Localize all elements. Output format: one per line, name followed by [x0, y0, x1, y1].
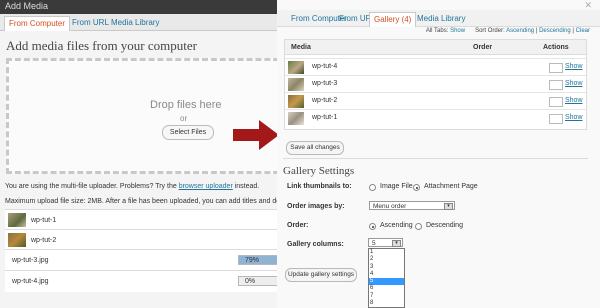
- radio-ascending-label: Ascending: [380, 222, 413, 229]
- list-item: wp-tut-1: [5, 209, 300, 230]
- progress-percent: 0%: [245, 278, 256, 285]
- tab-media-library[interactable]: Media Library: [413, 12, 469, 26]
- thumbnail-image: [8, 233, 26, 247]
- media-name: wp-tut-1: [312, 114, 338, 121]
- gallery-columns-value: 5: [372, 240, 376, 247]
- drop-zone[interactable]: [6, 58, 300, 174]
- gallery-columns-select[interactable]: 5 ▾: [368, 238, 403, 247]
- upload-filename: wp-tut-1: [31, 217, 57, 224]
- order-input[interactable]: [549, 80, 563, 90]
- arrow-right-icon: [233, 120, 279, 150]
- add-media-window: Add Media From Computer From URL Media L…: [0, 0, 300, 308]
- window-titlebar: Add Media: [0, 0, 300, 14]
- gallery-media-table: Media Order Actions wp-tut-4 Show wp-tut…: [284, 39, 587, 130]
- table-row: wp-tut-2 Show: [285, 92, 586, 110]
- list-item: wp-tut-4.jpg 0%: [5, 270, 300, 292]
- table-row: wp-tut-1 Show: [285, 109, 586, 127]
- list-item: wp-tut-2: [5, 229, 300, 250]
- gallery-columns-label: Gallery columns:: [287, 241, 344, 248]
- order-input[interactable]: [549, 97, 563, 107]
- drop-files-text: Drop files here: [150, 99, 222, 111]
- order-by-label: Order images by:: [287, 203, 345, 210]
- sort-descending-link[interactable]: Descending: [539, 28, 571, 34]
- thumbnail-image: [288, 95, 304, 108]
- radio-ascending[interactable]: [369, 223, 376, 230]
- dropdown-option[interactable]: 3: [369, 264, 404, 271]
- divider: [283, 158, 588, 159]
- upload-filename: wp-tut-2: [31, 237, 57, 244]
- table-row: wp-tut-3 Show: [285, 75, 586, 93]
- show-link[interactable]: Show: [565, 97, 583, 104]
- radio-descending-label: Descending: [426, 222, 463, 229]
- radio-image-file-label: Image File: [380, 183, 413, 190]
- dropdown-option[interactable]: 4: [369, 271, 404, 278]
- media-name: wp-tut-3: [312, 80, 338, 87]
- thumbnail-image: [288, 78, 304, 91]
- show-all-link[interactable]: Show: [450, 28, 465, 34]
- media-name: wp-tut-2: [312, 97, 338, 104]
- sort-ascending-link[interactable]: Ascending: [506, 28, 534, 34]
- thumbnail-image: [288, 61, 304, 74]
- order-input[interactable]: [549, 63, 563, 73]
- page-heading: Add media files from your computer: [6, 38, 197, 53]
- radio-attachment-page[interactable]: [413, 184, 420, 191]
- column-header-order: Order: [473, 44, 493, 51]
- column-header-media: Media: [291, 44, 311, 51]
- sort-clear-link[interactable]: Clear: [576, 28, 590, 34]
- left-tab-bar: From Computer From URL Media Library: [0, 14, 300, 31]
- chevron-down-icon: ▾: [444, 203, 453, 210]
- dropdown-option[interactable]: 6: [369, 285, 404, 292]
- tab-media-library[interactable]: Media Library: [107, 16, 163, 30]
- radio-attachment-page-label: Attachment Page: [424, 183, 478, 190]
- tab-from-computer[interactable]: From Computer: [4, 16, 71, 31]
- dropdown-option[interactable]: 2: [369, 256, 404, 263]
- order-by-select[interactable]: Menu order ▾: [369, 201, 455, 210]
- select-files-button[interactable]: Select Files: [162, 125, 214, 140]
- chevron-down-icon: ▾: [392, 240, 401, 247]
- right-tab-bar: From Computer From URL Gallery (4) Media…: [277, 10, 600, 27]
- table-header: Media Order Actions: [285, 40, 586, 55]
- update-gallery-settings-button[interactable]: Update gallery settings: [285, 268, 357, 282]
- list-item: wp-tut-3.jpg 79%: [5, 249, 300, 271]
- show-link[interactable]: Show: [565, 63, 583, 70]
- gallery-settings-heading: Gallery Settings: [283, 165, 355, 177]
- link-thumbnails-label: Link thumbnails to:: [287, 183, 352, 190]
- radio-descending[interactable]: [415, 223, 422, 230]
- gallery-window: ✕ From Computer From URL Gallery (4) Med…: [277, 0, 600, 308]
- upload-filename: wp-tut-3.jpg: [12, 257, 49, 264]
- dropdown-option[interactable]: 1: [369, 249, 404, 256]
- progress-percent: 79%: [245, 257, 260, 264]
- order-label: Order:: [287, 222, 309, 229]
- table-row: wp-tut-4 Show: [285, 58, 586, 76]
- save-all-changes-button[interactable]: Save all changes: [286, 141, 344, 155]
- window-title: Add Media: [5, 1, 49, 11]
- dropdown-option[interactable]: 7: [369, 293, 404, 300]
- show-link[interactable]: Show: [565, 114, 583, 121]
- dropdown-option[interactable]: 8: [369, 300, 404, 307]
- or-text: or: [180, 114, 188, 123]
- order-input[interactable]: [549, 114, 563, 124]
- show-link[interactable]: Show: [565, 80, 583, 87]
- upload-filename: wp-tut-4.jpg: [12, 278, 49, 285]
- media-name: wp-tut-4: [312, 63, 338, 70]
- uploader-note: You are using the multi-file uploader. P…: [5, 183, 260, 190]
- radio-image-file[interactable]: [369, 184, 376, 191]
- sort-controls: All Tabs: Show Sort Order: Ascending | D…: [425, 28, 590, 34]
- thumbnail-image: [8, 213, 26, 227]
- thumbnail-image: [288, 112, 304, 125]
- column-header-actions: Actions: [543, 44, 569, 51]
- gallery-columns-dropdown[interactable]: 1 2 3 4 5 6 7 8: [368, 248, 405, 308]
- max-upload-size-note: Maximum upload file size: 2MB. After a f…: [5, 198, 281, 205]
- browser-uploader-link[interactable]: browser uploader: [179, 183, 233, 190]
- dropdown-option-selected[interactable]: 5: [369, 278, 404, 286]
- tab-gallery[interactable]: Gallery (4): [369, 12, 417, 27]
- order-by-value: Menu order: [373, 203, 407, 210]
